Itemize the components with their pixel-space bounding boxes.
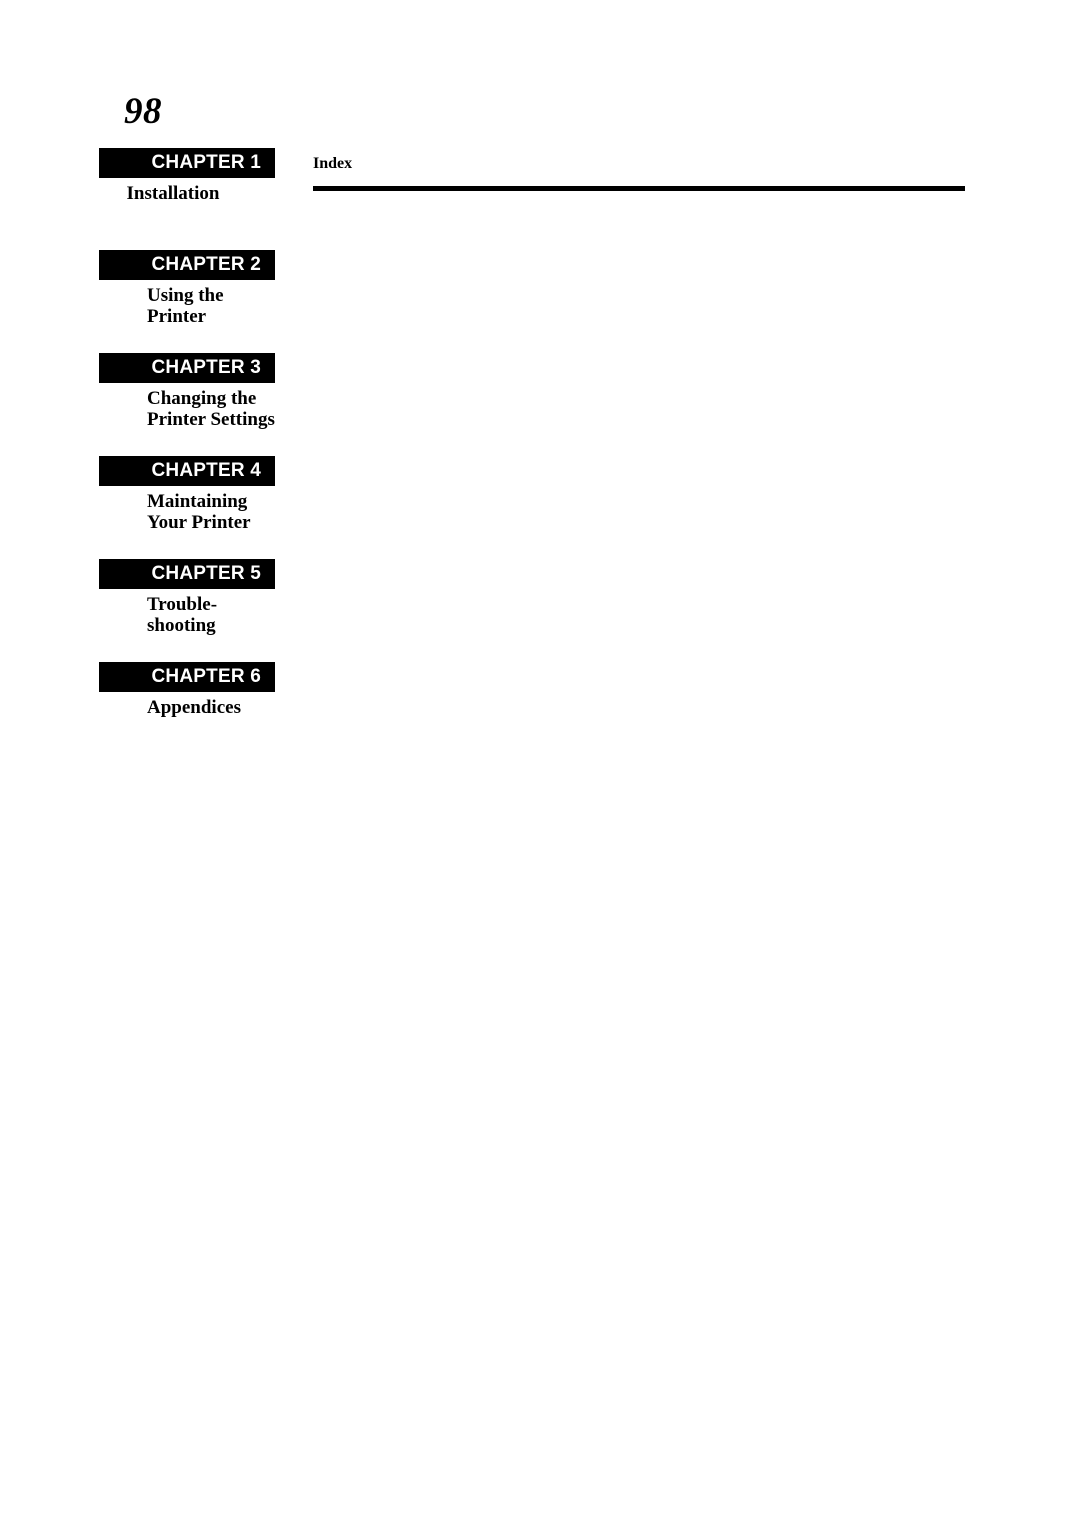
rail-gap-4	[99, 533, 275, 559]
chapter-title-2: Using the Printer	[147, 285, 224, 327]
rail-gap-3	[99, 430, 275, 456]
chapter-bar-1[interactable]: CHAPTER 1	[99, 148, 275, 178]
manual-page: 98 CHAPTER 1 Installation CHAPTER 2 Usin…	[0, 0, 1080, 1528]
chapter-bar-4[interactable]: CHAPTER 4	[99, 456, 275, 486]
chapter-title-5: Trouble- shooting	[147, 594, 218, 636]
index-section: Index	[313, 155, 965, 215]
chapter-bar-5[interactable]: CHAPTER 5	[99, 559, 275, 589]
chapter-bar-2[interactable]: CHAPTER 2	[99, 250, 275, 280]
chapter-title-1: Installation	[126, 183, 220, 204]
chapter-block-3[interactable]: CHAPTER 3 Changing the Printer Settings	[99, 353, 275, 430]
page-number: 98	[124, 91, 162, 132]
index-body	[313, 205, 965, 215]
index-heading: Index	[313, 155, 353, 172]
rail-gap-5	[99, 636, 275, 662]
chapter-block-6[interactable]: CHAPTER 6 Appendices	[99, 662, 275, 718]
chapter-bar-6[interactable]: CHAPTER 6	[99, 662, 275, 692]
chapter-block-5[interactable]: CHAPTER 5 Trouble- shooting	[99, 559, 275, 636]
chapter-block-4[interactable]: CHAPTER 4 Maintaining Your Printer	[99, 456, 275, 533]
chapter-block-2[interactable]: CHAPTER 2 Using the Printer	[99, 250, 275, 327]
index-heading-rule	[313, 186, 965, 191]
chapter-bar-3[interactable]: CHAPTER 3	[99, 353, 275, 383]
chapter-block-1[interactable]: CHAPTER 1 Installation	[99, 148, 275, 204]
rail-gap-2	[99, 327, 275, 353]
chapter-rail: CHAPTER 1 Installation CHAPTER 2 Using t…	[99, 148, 275, 718]
chapter-title-4: Maintaining Your Printer	[147, 491, 251, 533]
chapter-title-3: Changing the Printer Settings	[147, 388, 275, 430]
chapter-title-6: Appendices	[147, 697, 241, 718]
rail-gap-1	[99, 204, 275, 250]
